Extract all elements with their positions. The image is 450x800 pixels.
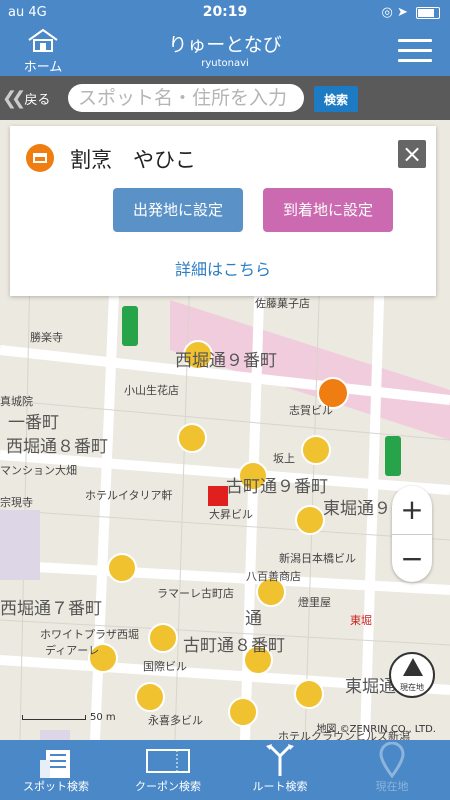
svg-text:ホワイトプラザ西堀: ホワイトプラザ西堀 (40, 628, 139, 641)
svg-text:一番町: 一番町 (8, 413, 59, 433)
menu-button[interactable] (398, 32, 432, 69)
tab-label: 現在地 (375, 780, 409, 793)
status-bar: au 4G 20:19 ◎ ➤ (0, 0, 450, 26)
page-subtitle: ryutonavi (201, 58, 249, 69)
svg-text:古町通９番町: 古町通９番町 (226, 477, 328, 497)
chevron-left-icon: ❮❮ (2, 88, 26, 109)
svg-text:勝楽寺: 勝楽寺 (30, 330, 63, 344)
restaurant-icon (26, 144, 54, 172)
ticket-icon (146, 749, 190, 773)
search-input[interactable] (68, 84, 304, 112)
svg-text:真城院: 真城院 (0, 394, 33, 408)
svg-text:通: 通 (245, 609, 262, 629)
zoom-out-button[interactable]: − (392, 535, 432, 583)
tab-label: スポット検索 (23, 780, 89, 793)
set-destination-button[interactable]: 到着地に設定 (263, 188, 393, 232)
svg-text:燈里屋: 燈里屋 (298, 595, 331, 609)
bottom-tab-bar: スポット検索 クーポン検索 ルート検索 現在地 (0, 740, 450, 800)
svg-text:西堀通８番町: 西堀通８番町 (6, 437, 108, 457)
page-title: りゅーとなび (168, 34, 282, 56)
battery-icon: ◎ ➤ (381, 5, 440, 20)
svg-text:坂上: 坂上 (273, 452, 295, 465)
tab-spot-search[interactable]: スポット検索 (0, 740, 112, 800)
back-label: 戻る (24, 93, 51, 108)
tab-coupon-search[interactable]: クーポン検索 (112, 740, 224, 800)
locate-label: 現在地 (400, 683, 424, 692)
svg-text:大昇ビル: 大昇ビル (209, 507, 253, 521)
route-icon (266, 744, 294, 776)
svg-text:佐藤菓子店: 佐藤菓子店 (255, 296, 310, 310)
locate-button[interactable]: 現在地 (389, 652, 435, 698)
svg-text:西堀通９番町: 西堀通９番町 (175, 351, 277, 371)
map-attribution: 地図 ©ZENRIN CO., LTD. (316, 724, 436, 735)
tab-current-location[interactable]: 現在地 (336, 740, 448, 800)
details-link[interactable]: 詳細はこちら (10, 256, 436, 280)
map-scale: 50 m (22, 712, 116, 723)
svg-text:永喜多ビル: 永喜多ビル (148, 713, 203, 727)
zoom-control: + − (392, 486, 432, 582)
svg-text:ラマーレ古町店: ラマーレ古町店 (157, 586, 234, 600)
navigation-arrow-icon (403, 658, 423, 676)
search-bar: ❮❮ 戻る 検索 (0, 76, 450, 120)
svg-text:東堀: 東堀 (350, 614, 372, 627)
close-button[interactable]: × (398, 140, 426, 168)
tab-label: ルート検索 (252, 780, 308, 793)
spot-popup: 割烹 やひこ × 出発地に設定 到着地に設定 詳細はこちら (10, 126, 436, 296)
svg-text:マンション大畑: マンション大畑 (0, 463, 77, 477)
svg-text:ホテルイタリア軒: ホテルイタリア軒 (85, 489, 173, 502)
svg-text:ディアーレ: ディアーレ (45, 643, 99, 657)
zoom-in-button[interactable]: + (392, 486, 432, 534)
search-button[interactable]: 検索 (314, 86, 358, 112)
back-button[interactable]: ❮❮ 戻る (2, 88, 50, 109)
svg-text:八百善商店: 八百善商店 (246, 569, 301, 583)
location-pin-icon (379, 741, 405, 779)
app-header: ホーム りゅーとなび ryutonavi (0, 26, 450, 76)
svg-text:古町通８番町: 古町通８番町 (183, 636, 285, 656)
tab-label: クーポン検索 (135, 780, 201, 793)
svg-text:宗現寺: 宗現寺 (0, 495, 33, 509)
set-origin-button[interactable]: 出発地に設定 (113, 188, 243, 232)
scale-label: 50 m (90, 712, 116, 723)
building-icon (40, 750, 70, 778)
svg-text:新潟日本橋ビル: 新潟日本橋ビル (279, 551, 356, 565)
tab-route-search[interactable]: ルート検索 (224, 740, 336, 800)
svg-text:西堀通７番町: 西堀通７番町 (0, 599, 102, 619)
spot-title: 割烹 やひこ (70, 148, 196, 172)
svg-text:志賀ビル: 志賀ビル (289, 404, 333, 417)
svg-text:小山生花店: 小山生花店 (124, 383, 179, 397)
svg-text:国際ビル: 国際ビル (143, 660, 187, 673)
